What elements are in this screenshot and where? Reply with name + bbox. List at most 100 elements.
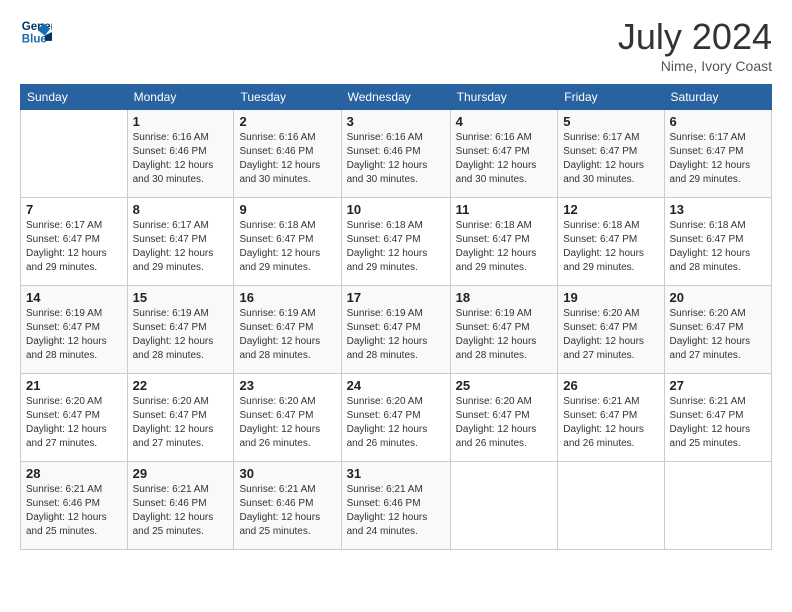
- calendar-cell: 2 Sunrise: 6:16 AM Sunset: 6:46 PM Daylig…: [234, 110, 341, 198]
- day-number: 31: [347, 466, 445, 481]
- calendar-cell: 1 Sunrise: 6:16 AM Sunset: 6:46 PM Daylig…: [127, 110, 234, 198]
- day-info: Sunrise: 6:20 AM Sunset: 6:47 PM Dayligh…: [347, 395, 445, 451]
- calendar-cell: 8Sunrise: 6:17 AM Sunset: 6:47 PM Daylig…: [127, 198, 234, 286]
- calendar-cell: 30Sunrise: 6:21 AM Sunset: 6:46 PM Dayli…: [234, 462, 341, 550]
- header: General Blue July 2024 Nime, Ivory Coast: [20, 16, 772, 74]
- svg-text:Blue: Blue: [22, 34, 48, 46]
- calendar-table: SundayMondayTuesdayWednesdayThursdayFrid…: [20, 84, 772, 550]
- day-number: 16: [239, 290, 335, 305]
- day-info: Sunrise: 6:19 AM Sunset: 6:47 PM Dayligh…: [239, 307, 335, 363]
- day-info: Sunrise: 6:21 AM Sunset: 6:46 PM Dayligh…: [133, 483, 229, 539]
- calendar-cell: 11 Sunrise: 6:18 AM Sunset: 6:47 PM Dayli…: [450, 198, 558, 286]
- day-info: Sunrise: 6:18 AM Sunset: 6:47 PM Dayligh…: [347, 219, 445, 275]
- day-info: Sunrise: 6:18 AM Sunset: 6:47 PM Dayligh…: [456, 219, 553, 275]
- day-number: 10: [347, 202, 445, 217]
- calendar-cell: 29 Sunrise: 6:21 AM Sunset: 6:46 PM Dayli…: [127, 462, 234, 550]
- day-info: Sunrise: 6:20 AM Sunset: 6:47 PM Dayligh…: [239, 395, 335, 451]
- day-info: Sunrise: 6:21 AM Sunset: 6:46 PM Dayligh…: [26, 483, 122, 539]
- day-info: Sunrise: 6:21 AM Sunset: 6:47 PM Dayligh…: [563, 395, 658, 451]
- logo: General Blue: [20, 16, 52, 48]
- day-info: Sunrise: 6:19 AM Sunset: 6:47 PM Dayligh…: [26, 307, 122, 363]
- day-info: Sunrise: 6:17 AM Sunset: 6:47 PM Dayligh…: [670, 131, 766, 187]
- day-number: 22: [133, 378, 229, 393]
- day-info: Sunrise: 6:17 AM Sunset: 6:47 PM Dayligh…: [133, 219, 229, 275]
- day-number: 14: [26, 290, 122, 305]
- calendar-cell: 25 Sunrise: 6:20 AM Sunset: 6:47 PM Dayli…: [450, 374, 558, 462]
- day-number: 21: [26, 378, 122, 393]
- day-info: Sunrise: 6:18 AM Sunset: 6:47 PM Dayligh…: [239, 219, 335, 275]
- day-number: 29: [133, 466, 229, 481]
- subtitle: Nime, Ivory Coast: [618, 58, 772, 74]
- day-info: Sunrise: 6:16 AM Sunset: 6:46 PM Dayligh…: [133, 131, 229, 187]
- page: General Blue July 2024 Nime, Ivory Coast…: [0, 0, 792, 612]
- day-info: Sunrise: 6:19 AM Sunset: 6:47 PM Dayligh…: [347, 307, 445, 363]
- calendar-week-row: 1 Sunrise: 6:16 AM Sunset: 6:46 PM Daylig…: [21, 110, 772, 198]
- day-info: Sunrise: 6:19 AM Sunset: 6:47 PM Dayligh…: [133, 307, 229, 363]
- day-number: 15: [133, 290, 229, 305]
- calendar-day-header: Monday: [127, 85, 234, 110]
- calendar-cell: 21 Sunrise: 6:20 AM Sunset: 6:47 PM Dayli…: [21, 374, 128, 462]
- day-number: 1: [133, 114, 229, 129]
- day-number: 4: [456, 114, 553, 129]
- calendar-week-row: 28 Sunrise: 6:21 AM Sunset: 6:46 PM Dayli…: [21, 462, 772, 550]
- calendar-cell: 22Sunrise: 6:20 AM Sunset: 6:47 PM Dayli…: [127, 374, 234, 462]
- calendar-cell: 15 Sunrise: 6:19 AM Sunset: 6:47 PM Dayli…: [127, 286, 234, 374]
- day-info: Sunrise: 6:18 AM Sunset: 6:47 PM Dayligh…: [563, 219, 658, 275]
- day-info: Sunrise: 6:20 AM Sunset: 6:47 PM Dayligh…: [26, 395, 122, 451]
- calendar-cell: 16 Sunrise: 6:19 AM Sunset: 6:47 PM Dayli…: [234, 286, 341, 374]
- calendar-week-row: 14 Sunrise: 6:19 AM Sunset: 6:47 PM Dayli…: [21, 286, 772, 374]
- calendar-week-row: 7 Sunrise: 6:17 AM Sunset: 6:47 PM Daylig…: [21, 198, 772, 286]
- day-info: Sunrise: 6:17 AM Sunset: 6:47 PM Dayligh…: [26, 219, 122, 275]
- day-number: 13: [670, 202, 766, 217]
- calendar-cell: 27 Sunrise: 6:21 AM Sunset: 6:47 PM Dayli…: [664, 374, 771, 462]
- calendar-cell: 18Sunrise: 6:19 AM Sunset: 6:47 PM Dayli…: [450, 286, 558, 374]
- day-number: 5: [563, 114, 658, 129]
- logo-icon: General Blue: [20, 16, 52, 48]
- day-info: Sunrise: 6:21 AM Sunset: 6:46 PM Dayligh…: [347, 483, 445, 539]
- calendar-cell: 19Sunrise: 6:20 AM Sunset: 6:47 PM Dayli…: [558, 286, 664, 374]
- calendar-cell: [558, 462, 664, 550]
- day-info: Sunrise: 6:16 AM Sunset: 6:47 PM Dayligh…: [456, 131, 553, 187]
- calendar-cell: [664, 462, 771, 550]
- day-info: Sunrise: 6:21 AM Sunset: 6:47 PM Dayligh…: [670, 395, 766, 451]
- main-title: July 2024: [618, 16, 772, 58]
- calendar-day-header: Sunday: [21, 85, 128, 110]
- day-number: 7: [26, 202, 122, 217]
- day-number: 2: [239, 114, 335, 129]
- day-number: 18: [456, 290, 553, 305]
- calendar-cell: [450, 462, 558, 550]
- day-info: Sunrise: 6:16 AM Sunset: 6:46 PM Dayligh…: [239, 131, 335, 187]
- day-number: 27: [670, 378, 766, 393]
- calendar-cell: 26Sunrise: 6:21 AM Sunset: 6:47 PM Dayli…: [558, 374, 664, 462]
- calendar-day-header: Friday: [558, 85, 664, 110]
- calendar-cell: 5Sunrise: 6:17 AM Sunset: 6:47 PM Daylig…: [558, 110, 664, 198]
- day-info: Sunrise: 6:20 AM Sunset: 6:47 PM Dayligh…: [456, 395, 553, 451]
- calendar-cell: 6 Sunrise: 6:17 AM Sunset: 6:47 PM Daylig…: [664, 110, 771, 198]
- day-number: 23: [239, 378, 335, 393]
- day-info: Sunrise: 6:21 AM Sunset: 6:46 PM Dayligh…: [239, 483, 335, 539]
- calendar-cell: 13Sunrise: 6:18 AM Sunset: 6:47 PM Dayli…: [664, 198, 771, 286]
- day-number: 6: [670, 114, 766, 129]
- calendar-cell: 31 Sunrise: 6:21 AM Sunset: 6:46 PM Dayli…: [341, 462, 450, 550]
- day-number: 24: [347, 378, 445, 393]
- calendar-cell: 7 Sunrise: 6:17 AM Sunset: 6:47 PM Daylig…: [21, 198, 128, 286]
- day-number: 17: [347, 290, 445, 305]
- day-info: Sunrise: 6:16 AM Sunset: 6:46 PM Dayligh…: [347, 131, 445, 187]
- day-number: 9: [239, 202, 335, 217]
- calendar-cell: 14 Sunrise: 6:19 AM Sunset: 6:47 PM Dayli…: [21, 286, 128, 374]
- calendar-day-header: Wednesday: [341, 85, 450, 110]
- calendar-cell: 23 Sunrise: 6:20 AM Sunset: 6:47 PM Dayli…: [234, 374, 341, 462]
- calendar-cell: 17 Sunrise: 6:19 AM Sunset: 6:47 PM Dayli…: [341, 286, 450, 374]
- calendar-day-header: Saturday: [664, 85, 771, 110]
- day-number: 11: [456, 202, 553, 217]
- calendar-cell: [21, 110, 128, 198]
- calendar-day-header: Thursday: [450, 85, 558, 110]
- title-area: July 2024 Nime, Ivory Coast: [618, 16, 772, 74]
- day-number: 28: [26, 466, 122, 481]
- calendar-cell: 10 Sunrise: 6:18 AM Sunset: 6:47 PM Dayli…: [341, 198, 450, 286]
- day-number: 25: [456, 378, 553, 393]
- day-info: Sunrise: 6:20 AM Sunset: 6:47 PM Dayligh…: [670, 307, 766, 363]
- calendar-cell: 9 Sunrise: 6:18 AM Sunset: 6:47 PM Daylig…: [234, 198, 341, 286]
- calendar-day-header: Tuesday: [234, 85, 341, 110]
- calendar-cell: 4 Sunrise: 6:16 AM Sunset: 6:47 PM Daylig…: [450, 110, 558, 198]
